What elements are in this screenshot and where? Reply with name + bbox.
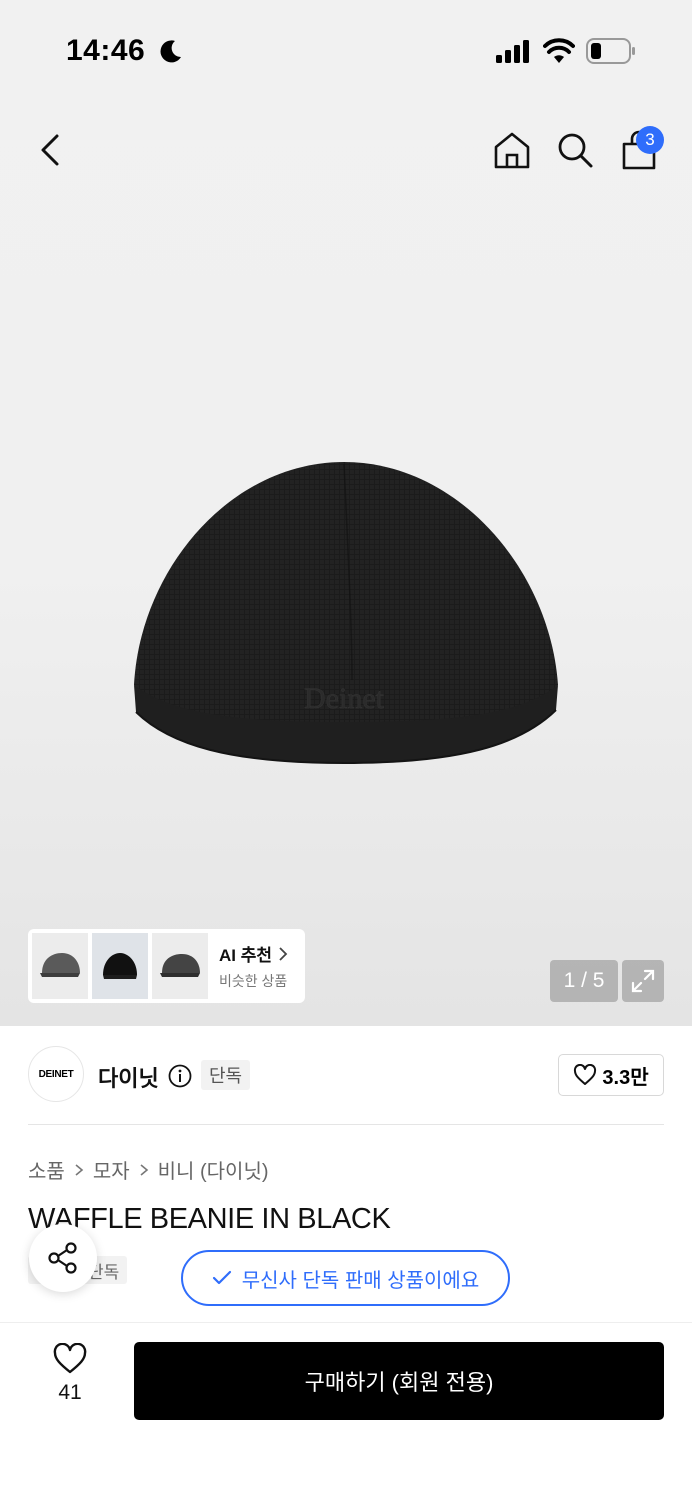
search-icon: [558, 133, 593, 168]
chevron-right-icon: [74, 1163, 84, 1177]
similar-product-thumbnail[interactable]: [32, 933, 88, 999]
cap-thumbnail-image: [160, 954, 200, 977]
ai-recommend-subtitle: 비슷한 상품: [219, 973, 288, 989]
home-button[interactable]: [487, 125, 537, 175]
buy-button[interactable]: 구매하기 (회원 전용): [134, 1342, 664, 1420]
breadcrumb-item[interactable]: 비니 (다이닛): [158, 1155, 269, 1184]
breadcrumb-item[interactable]: 소품: [28, 1155, 65, 1184]
chevron-right-icon: [139, 1163, 149, 1177]
heart-icon: [574, 1064, 597, 1085]
status-time: 14:46: [66, 34, 146, 67]
exclusive-sale-banner: 무신사 단독 판매 상품이에요: [181, 1250, 510, 1306]
ai-recommendation-card[interactable]: AI 추천 비슷한 상품: [28, 929, 305, 1003]
checkmark-icon: [212, 1270, 231, 1285]
beanie-thumbnail-image: [103, 953, 137, 979]
back-button[interactable]: [25, 125, 75, 175]
divider: [28, 1124, 664, 1125]
heart-icon: [53, 1343, 87, 1374]
share-button[interactable]: [29, 1224, 97, 1292]
moon-icon: [160, 40, 181, 63]
product-gallery[interactable]: 14:46 3 Deinet AI 추천 비슷한 상품 1 / 5: [0, 0, 692, 1026]
wishlist-button[interactable]: 41: [36, 1343, 104, 1417]
brand-like-count: 3.3만: [602, 1066, 649, 1089]
status-bar: 14:46: [0, 0, 692, 100]
expand-icon: [631, 969, 655, 993]
expand-gallery-button[interactable]: [622, 960, 664, 1002]
exclusive-tag: 단독: [201, 1060, 251, 1090]
bottom-action-bar: 41 구매하기 (회원 전용): [0, 1322, 692, 1500]
breadcrumb-item[interactable]: 모자: [93, 1155, 130, 1184]
svg-text:Deinet: Deinet: [304, 682, 385, 715]
cap-thumbnail-image: [40, 953, 80, 977]
chevron-right-icon: [279, 946, 288, 961]
exclusive-sale-text: 무신사 단독 판매 상품이에요: [241, 1269, 480, 1292]
ai-recommend-text: AI 추천 비슷한 상품: [219, 941, 290, 991]
wishlist-count: 41: [58, 1381, 82, 1404]
battery-icon: [586, 38, 635, 64]
brand-like-button[interactable]: 3.3만: [558, 1054, 664, 1096]
product-image[interactable]: Deinet: [120, 450, 570, 780]
brand-name[interactable]: 다이닛: [98, 1061, 159, 1093]
similar-product-thumbnail[interactable]: [152, 933, 208, 999]
cellular-signal-icon: [496, 40, 529, 63]
search-button[interactable]: [550, 125, 600, 175]
wifi-icon: [543, 38, 575, 63]
brand-logo[interactable]: DEINET: [28, 1046, 84, 1102]
info-icon[interactable]: [168, 1064, 192, 1088]
breadcrumb: 소품 모자 비니 (다이닛): [28, 1155, 269, 1184]
chevron-left-icon: [41, 134, 59, 166]
similar-product-thumbnail[interactable]: [92, 933, 148, 999]
gallery-page-indicator: 1 / 5: [550, 960, 618, 1002]
share-icon: [48, 1242, 77, 1274]
cart-count-badge: 3: [636, 126, 664, 154]
brand-row: DEINET 다이닛 단독 3.3만: [28, 1046, 664, 1104]
ai-recommend-title: AI 추천: [219, 946, 273, 965]
home-icon: [494, 132, 530, 169]
